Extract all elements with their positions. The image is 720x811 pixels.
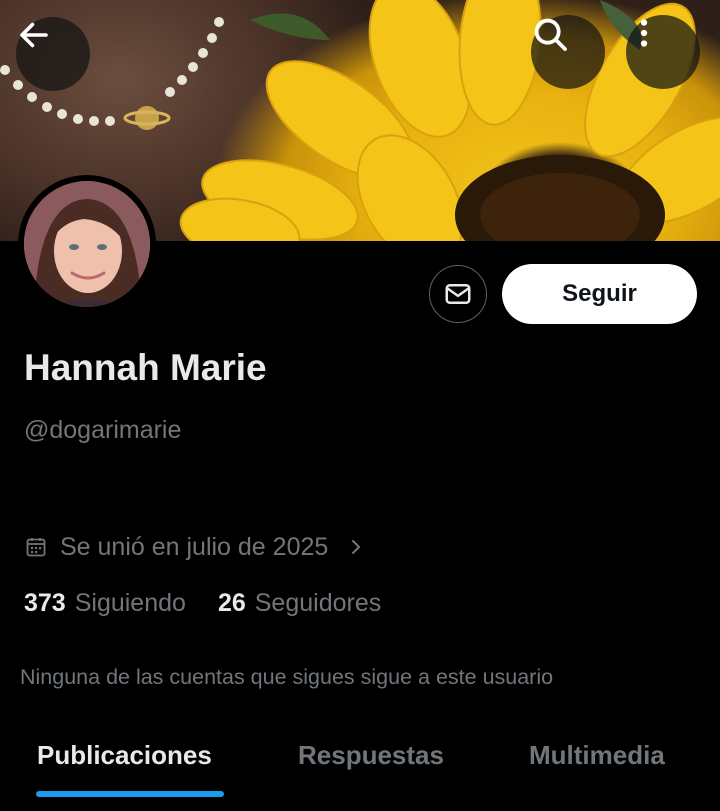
back-button[interactable]	[16, 17, 90, 91]
profile-handle: @dogarimarie	[24, 416, 182, 444]
joined-date-text: Se unió en julio de 2025	[60, 532, 329, 561]
avatar-image	[24, 181, 150, 307]
joined-date-row[interactable]: Se unió en julio de 2025	[24, 530, 366, 564]
tab-respuestas[interactable]: Respuestas	[298, 740, 444, 771]
followers-link[interactable]: 26 Seguidores	[218, 589, 381, 618]
mutual-followers-note: Ninguna de las cuentas que sigues sigue …	[20, 665, 554, 689]
calendar-icon	[24, 535, 48, 559]
follow-stats: 373 Siguiendo 26 Seguidores	[24, 589, 381, 618]
chevron-right-icon	[346, 535, 366, 559]
message-button[interactable]	[429, 265, 487, 323]
followers-label: Seguidores	[254, 589, 382, 617]
more-options-button[interactable]	[626, 15, 700, 89]
follow-button[interactable]: Seguir	[502, 264, 697, 324]
avatar[interactable]	[18, 175, 156, 313]
profile-name: Hannah Marie	[24, 347, 267, 388]
mail-icon	[443, 279, 473, 309]
profile-tabs: Publicaciones Respuestas Multimedia	[0, 726, 720, 811]
tab-multimedia[interactable]: Multimedia	[529, 740, 665, 771]
search-button[interactable]	[531, 15, 605, 89]
following-count: 373	[24, 589, 66, 617]
active-tab-indicator	[36, 791, 224, 797]
followers-count: 26	[217, 589, 246, 617]
following-link[interactable]: 373 Siguiendo	[24, 589, 186, 618]
following-label: Siguiendo	[74, 589, 186, 617]
tab-publicaciones[interactable]: Publicaciones	[37, 740, 212, 771]
